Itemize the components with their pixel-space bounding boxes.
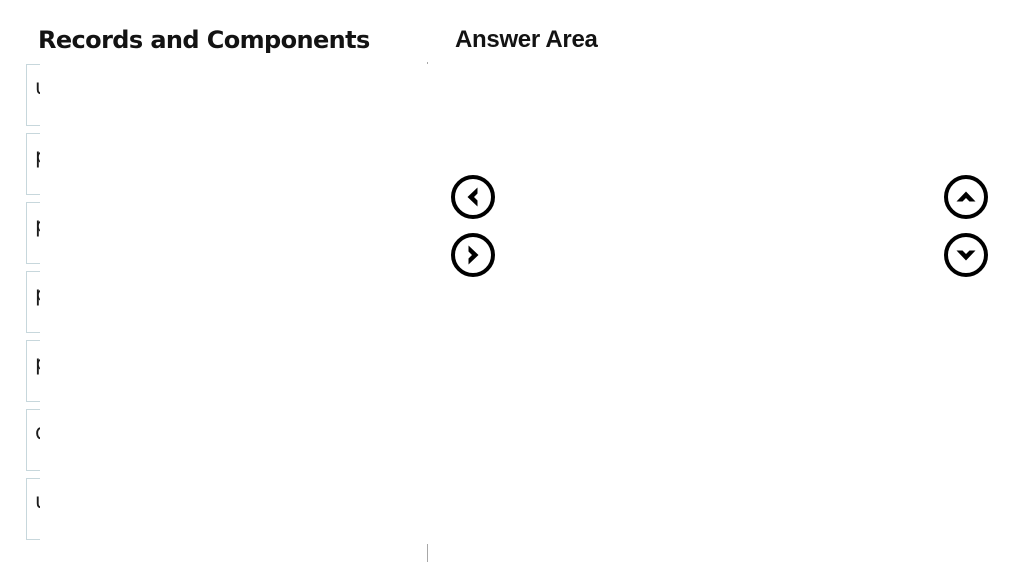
chevron-down-circle-icon [943, 232, 989, 278]
move-down-button[interactable] [943, 232, 989, 278]
answer-drop-zone[interactable] [40, 64, 510, 544]
move-right-button[interactable] [450, 232, 496, 278]
chevron-right-circle-icon [450, 232, 496, 278]
chevron-up-circle-icon [943, 174, 989, 220]
answer-area-heading: Answer Area [455, 26, 598, 53]
source-panel-heading: Records and Components [38, 26, 370, 54]
chevron-left-circle-icon [450, 174, 496, 220]
move-up-button[interactable] [943, 174, 989, 220]
move-left-button[interactable] [450, 174, 496, 220]
answer-panel [428, 0, 1022, 573]
